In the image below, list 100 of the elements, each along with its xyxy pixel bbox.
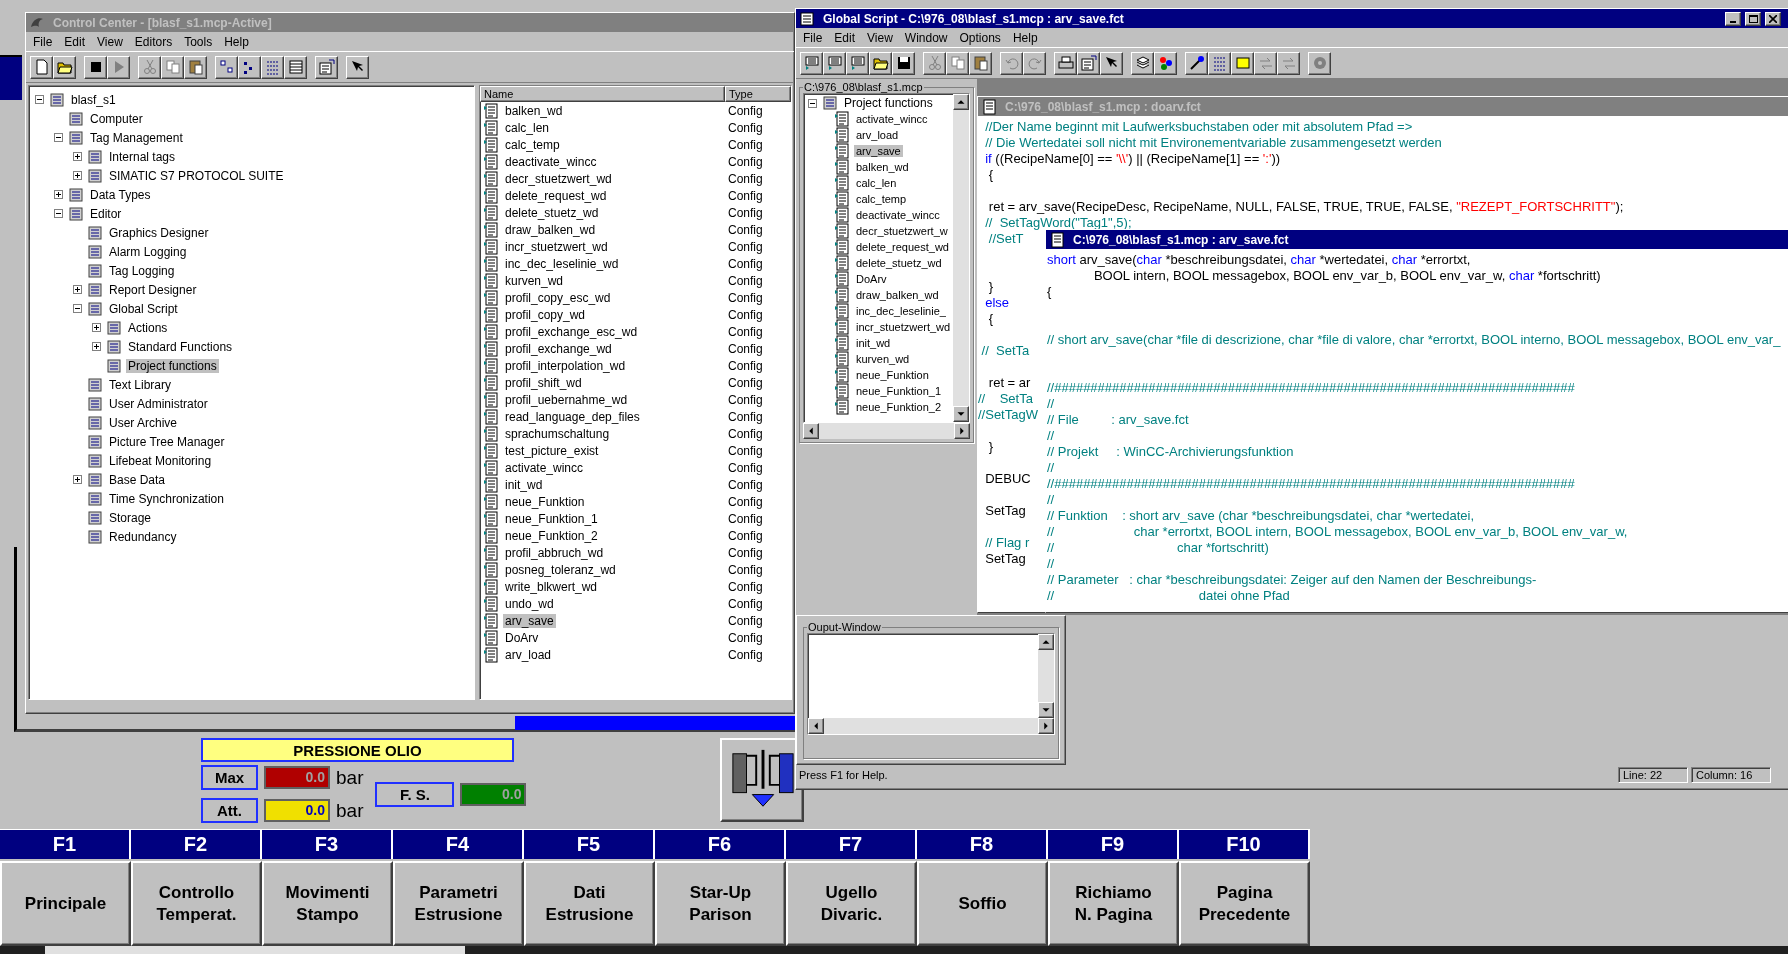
list-item[interactable]: incr_stuetzwert_wd <box>503 239 610 254</box>
menu-item[interactable]: File <box>28 34 58 49</box>
tree-item[interactable]: activate_wincc <box>854 113 930 125</box>
tree-item[interactable]: Text Library <box>107 377 174 392</box>
tree-item[interactable]: arv_save <box>854 145 903 157</box>
list-item[interactable]: decr_stuetzwert_wd <box>503 171 614 186</box>
list-item[interactable]: read_language_dep_files <box>503 409 642 424</box>
tree-item[interactable]: delete_request_wd <box>854 241 951 253</box>
list-item[interactable]: kurven_wd <box>503 273 566 288</box>
function-button[interactable]: Soffio <box>917 861 1048 946</box>
menu-item[interactable]: Tools <box>179 34 218 49</box>
list-item[interactable]: profil_uebernahme_wd <box>503 392 630 407</box>
list-item[interactable]: sprachumschaltung <box>503 426 612 441</box>
list-item[interactable]: delete_stuetz_wd <box>503 205 601 220</box>
list-item[interactable]: profil_exchange_wd <box>503 341 614 356</box>
function-button[interactable]: Richiamo N. Pagina <box>1048 861 1179 946</box>
list-item[interactable]: inc_dec_leselinie_wd <box>503 256 621 271</box>
function-button[interactable]: Parametri Estrusione <box>393 861 524 946</box>
list-item[interactable]: profil_interpolation_wd <box>503 358 628 373</box>
column-header[interactable]: Type <box>725 86 791 102</box>
tree-item[interactable]: kurven_wd <box>854 353 912 365</box>
tree-item[interactable]: Project functions <box>126 358 219 373</box>
tree-item[interactable]: calc_len <box>854 177 899 189</box>
tree-item[interactable]: Time Synchronization <box>107 491 226 506</box>
list-item[interactable]: draw_balken_wd <box>503 222 598 237</box>
tree-item[interactable]: Computer <box>88 111 145 126</box>
list-item[interactable]: calc_len <box>503 120 552 135</box>
list-item[interactable]: undo_wd <box>503 596 556 611</box>
menu-item[interactable]: Help <box>1007 30 1043 45</box>
function-button[interactable]: Movimenti Stampo <box>262 861 393 946</box>
tree-item[interactable]: balken_wd <box>854 161 911 173</box>
tree-item[interactable]: Report Designer <box>107 282 199 297</box>
tree-item[interactable]: inc_dec_leselinie_ <box>854 305 948 317</box>
menu-item[interactable]: View <box>862 30 898 45</box>
tree-item[interactable]: Picture Tree Manager <box>107 434 227 449</box>
function-button[interactable]: Star-Up Parison <box>655 861 786 946</box>
list-item[interactable]: arv_save <box>503 613 556 628</box>
list-item[interactable]: init_wd <box>503 477 545 492</box>
list-item[interactable]: delete_request_wd <box>503 188 609 203</box>
tree-item[interactable]: neue_Funktion_2 <box>854 401 943 413</box>
tree-item[interactable]: delete_stuetz_wd <box>854 257 944 269</box>
list-item[interactable]: neue_Funktion <box>503 494 587 509</box>
list-item[interactable]: profil_copy_wd <box>503 307 588 322</box>
tree-item[interactable]: Storage <box>107 510 154 525</box>
tree-item[interactable]: init_wd <box>854 337 893 349</box>
tree-item[interactable]: neue_Funktion_1 <box>854 385 943 397</box>
list-item[interactable]: deactivate_wincc <box>503 154 599 169</box>
function-button[interactable]: Controllo Temperat. <box>131 861 262 946</box>
tree-item[interactable]: Global Script <box>107 301 180 316</box>
tree-item[interactable]: Graphics Designer <box>107 225 211 240</box>
function-button[interactable]: Principale <box>0 861 131 946</box>
tree-item[interactable]: Redundancy <box>107 529 179 544</box>
function-button[interactable]: Dati Estrusione <box>524 861 655 946</box>
menu-item[interactable]: Edit <box>829 30 861 45</box>
list-item[interactable]: write_blkwert_wd <box>503 579 600 594</box>
tree-item[interactable]: Tag Logging <box>107 263 177 278</box>
list-item[interactable]: test_picture_exist <box>503 443 601 458</box>
tree-item[interactable]: neue_Funktion <box>854 369 931 381</box>
tree-item[interactable]: Lifebeat Monitoring <box>107 453 214 468</box>
tree-item[interactable]: deactivate_wincc <box>854 209 942 221</box>
tree-item[interactable]: Editor <box>88 206 124 221</box>
list-item[interactable]: profil_exchange_esc_wd <box>503 324 640 339</box>
tree-item[interactable]: Data Types <box>88 187 153 202</box>
tree-item[interactable]: Tag Management <box>88 130 185 145</box>
tree-item[interactable]: calc_temp <box>854 193 909 205</box>
menu-item[interactable]: Edit <box>59 34 91 49</box>
menu-item[interactable]: Window <box>899 30 953 45</box>
menu-item[interactable]: File <box>798 30 828 45</box>
tree-item[interactable]: blasf_s1 <box>69 92 118 107</box>
tree-item[interactable]: Alarm Logging <box>107 244 189 259</box>
menu-item[interactable]: Help <box>219 34 254 49</box>
list-item[interactable]: balken_wd <box>503 103 565 118</box>
list-item[interactable]: arv_load <box>503 647 554 662</box>
tree-item[interactable]: incr_stuetzwert_wd <box>854 321 953 333</box>
tree-item[interactable]: User Archive <box>107 415 180 430</box>
tree-item[interactable]: draw_balken_wd <box>854 289 941 301</box>
column-header[interactable]: Name <box>480 86 725 102</box>
list-item[interactable]: posneg_toleranz_wd <box>503 562 618 577</box>
list-item[interactable]: profil_copy_esc_wd <box>503 290 613 305</box>
tree-item[interactable]: DoArv <box>854 273 889 285</box>
menu-item[interactable]: Options <box>954 30 1006 45</box>
menu-item[interactable]: View <box>92 34 128 49</box>
list-item[interactable]: neue_Funktion_2 <box>503 528 600 543</box>
tree-item[interactable]: Standard Functions <box>126 339 235 354</box>
tree-item[interactable]: arv_load <box>854 129 901 141</box>
list-item[interactable]: neue_Funktion_1 <box>503 511 600 526</box>
list-item[interactable]: profil_abbruch_wd <box>503 545 606 560</box>
list-item[interactable]: activate_wincc <box>503 460 586 475</box>
list-item[interactable]: profil_shift_wd <box>503 375 584 390</box>
tree-item[interactable]: Internal tags <box>107 149 178 164</box>
tree-item[interactable]: Actions <box>126 320 170 335</box>
function-button[interactable]: Ugello Divaric. <box>786 861 917 946</box>
tree-item[interactable]: User Administrator <box>107 396 210 411</box>
list-item[interactable]: calc_temp <box>503 137 562 152</box>
tree-item[interactable]: Base Data <box>107 472 168 487</box>
tree-item[interactable]: decr_stuetzwert_w <box>854 225 950 237</box>
tree-item[interactable]: Project functions <box>842 96 935 110</box>
menu-item[interactable]: Editors <box>129 34 178 49</box>
list-item[interactable]: DoArv <box>503 630 541 645</box>
tree-item[interactable]: SIMATIC S7 PROTOCOL SUITE <box>107 168 286 183</box>
